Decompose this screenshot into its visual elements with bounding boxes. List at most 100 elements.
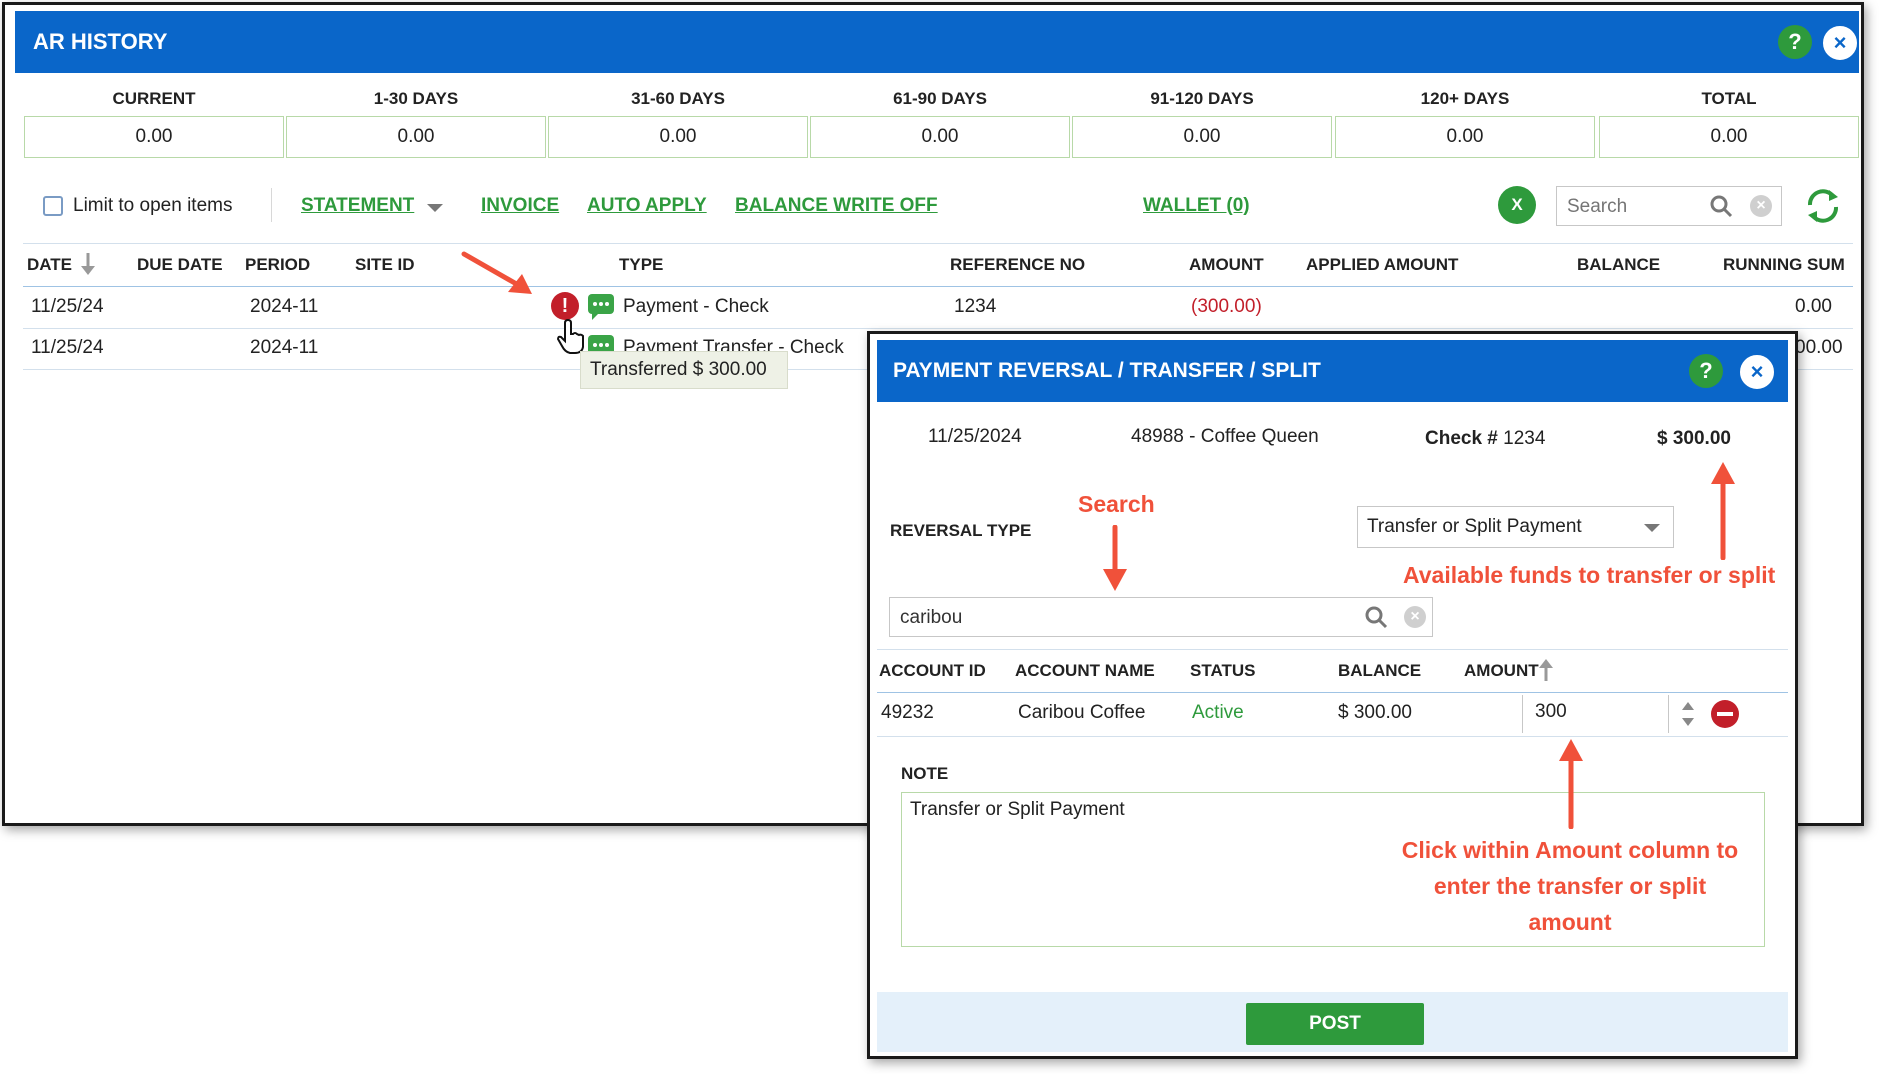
remove-row-icon[interactable] (1711, 700, 1739, 728)
row-divider (23, 328, 1853, 329)
row-account-name: Caribou Coffee (1018, 702, 1146, 723)
clear-search-icon[interactable]: × (1750, 195, 1772, 217)
col-header-amount[interactable]: AMOUNT (1464, 661, 1539, 681)
close-icon[interactable]: × (1823, 26, 1857, 60)
aging-label-current: CURRENT (112, 89, 196, 108)
row-status: Active (1192, 702, 1244, 723)
col-header-balance[interactable]: BALANCE (1338, 661, 1421, 681)
auto-apply-link[interactable]: AUTO APPLY (587, 195, 707, 217)
chevron-down-icon[interactable] (1644, 524, 1660, 532)
aging-value-total: 0.00 (1599, 116, 1859, 158)
invoice-link[interactable]: INVOICE (481, 195, 559, 217)
ar-search-box[interactable]: × (1556, 186, 1782, 226)
row-amount: (300.00) (1191, 296, 1262, 317)
hand-cursor-icon (556, 319, 584, 354)
col-header-date[interactable]: DATE (27, 255, 72, 275)
note-label: NOTE (901, 764, 949, 783)
annotation-search: Search (1078, 491, 1155, 517)
reversal-type-label: REVERSAL TYPE (890, 521, 1032, 540)
amount-stepper-icon[interactable] (1680, 699, 1696, 729)
row-balance: $ 300.00 (1338, 702, 1412, 723)
account-search-box[interactable]: × (889, 597, 1433, 637)
toolbar-divider (271, 188, 272, 222)
row-date: 11/25/24 (31, 296, 104, 317)
row-period: 2024-11 (250, 337, 319, 358)
ar-history-titlebar: AR HISTORY ? × (15, 11, 1859, 73)
balance-write-off-link[interactable]: BALANCE WRITE OFF (735, 195, 938, 217)
alert-icon[interactable]: ! (551, 292, 579, 320)
statement-dropdown-icon[interactable] (427, 204, 443, 212)
aging-label-1-30: 1-30 DAYS (373, 89, 459, 108)
row-running-sum: 00.00 (1795, 337, 1843, 358)
annotation-available-funds: Available funds to transfer or split (1403, 562, 1776, 588)
statement-link[interactable]: STATEMENT (301, 195, 414, 217)
aging-label-61-90: 61-90 DAYS (893, 89, 987, 108)
dialog-customer: 48988 - Coffee Queen (1131, 426, 1319, 447)
annotation-click-amount: Click within Amount column to enter the … (1401, 837, 1739, 935)
dialog-check-info: Check # 1234 (1425, 428, 1545, 450)
aging-value-1-30: 0.00 (286, 116, 546, 158)
window-title: AR HISTORY (33, 29, 168, 54)
row-period: 2024-11 (250, 296, 319, 317)
dialog-help-icon[interactable]: ? (1689, 354, 1723, 388)
col-header-status[interactable]: STATUS (1190, 661, 1255, 681)
dialog-amount: $ 300.00 (1657, 428, 1731, 449)
col-header-running-sum[interactable]: RUNNING SUM (1723, 255, 1845, 275)
table-top-border (23, 243, 1853, 244)
aging-value-61-90: 0.00 (810, 116, 1070, 158)
col-header-type[interactable]: TYPE (619, 255, 663, 275)
aging-label-total: TOTAL (1701, 89, 1757, 108)
col-header-site-id[interactable]: SITE ID (355, 255, 415, 275)
post-button[interactable]: POST (1246, 1003, 1424, 1045)
sort-arrow-up-icon[interactable] (1539, 659, 1553, 681)
aging-value-31-60: 0.00 (548, 116, 808, 158)
row-type: Payment - Check (623, 296, 769, 317)
reversal-type-select[interactable]: Transfer or Split Payment (1357, 506, 1674, 548)
aging-label-91-120: 91-120 DAYS (1150, 89, 1254, 108)
aging-value-current: 0.00 (24, 116, 284, 158)
refresh-icon[interactable] (1802, 185, 1844, 227)
col-header-account-id[interactable]: ACCOUNT ID (879, 661, 986, 681)
transferred-tooltip: Transferred $ 300.00 (580, 351, 788, 389)
col-header-account-name[interactable]: ACCOUNT NAME (1015, 661, 1155, 681)
dialog-check-number: 1234 (1503, 428, 1546, 449)
payment-reversal-dialog: PAYMENT REVERSAL / TRANSFER / SPLIT ? × … (867, 331, 1798, 1059)
ar-search-input[interactable] (1565, 195, 1709, 219)
grid-top-border (877, 649, 1788, 650)
aging-value-120-plus: 0.00 (1335, 116, 1595, 158)
col-header-balance[interactable]: BALANCE (1577, 255, 1660, 275)
reversal-type-value: Transfer or Split Payment (1367, 516, 1582, 537)
aging-label-31-60: 31-60 DAYS (631, 89, 725, 108)
col-header-amount[interactable]: AMOUNT (1189, 255, 1264, 275)
col-header-due-date[interactable]: DUE DATE (137, 255, 223, 275)
grid-bottom-border (877, 736, 1788, 737)
annotation-arrow-available-funds (1711, 462, 1735, 560)
sort-arrow-down-icon[interactable] (81, 253, 95, 275)
annotation-arrow-amount (1559, 739, 1583, 829)
dialog-check-label: Check # (1425, 428, 1498, 449)
col-header-reference-no[interactable]: REFERENCE NO (950, 255, 1085, 275)
aging-value-91-120: 0.00 (1072, 116, 1332, 158)
wallet-link[interactable]: WALLET (0) (1143, 195, 1250, 217)
limit-open-items-checkbox[interactable] (43, 196, 63, 216)
grid-header-border (877, 692, 1788, 693)
col-header-applied-amount[interactable]: APPLIED AMOUNT (1306, 255, 1458, 275)
row-date: 11/25/24 (31, 337, 104, 358)
aging-label-120-plus: 120+ DAYS (1420, 89, 1510, 108)
account-search-input[interactable] (898, 606, 1262, 630)
col-header-period[interactable]: PERIOD (245, 255, 310, 275)
clear-search-icon[interactable]: × (1404, 606, 1426, 628)
limit-open-items-label: Limit to open items (73, 195, 233, 216)
amount-input[interactable]: 300 (1522, 695, 1669, 733)
annotation-arrow-alert-icon (461, 251, 532, 294)
comment-icon[interactable] (588, 294, 614, 320)
dialog-close-icon[interactable]: × (1740, 355, 1774, 389)
row-reference-no: 1234 (954, 296, 997, 317)
dialog-date: 11/25/2024 (928, 426, 1022, 447)
search-icon[interactable] (1709, 194, 1733, 218)
annotation-arrow-search (1103, 525, 1127, 591)
excel-export-icon[interactable]: X (1498, 186, 1536, 224)
help-icon[interactable]: ? (1778, 25, 1812, 59)
search-icon[interactable] (1364, 605, 1388, 629)
header-bottom-border (23, 286, 1853, 287)
